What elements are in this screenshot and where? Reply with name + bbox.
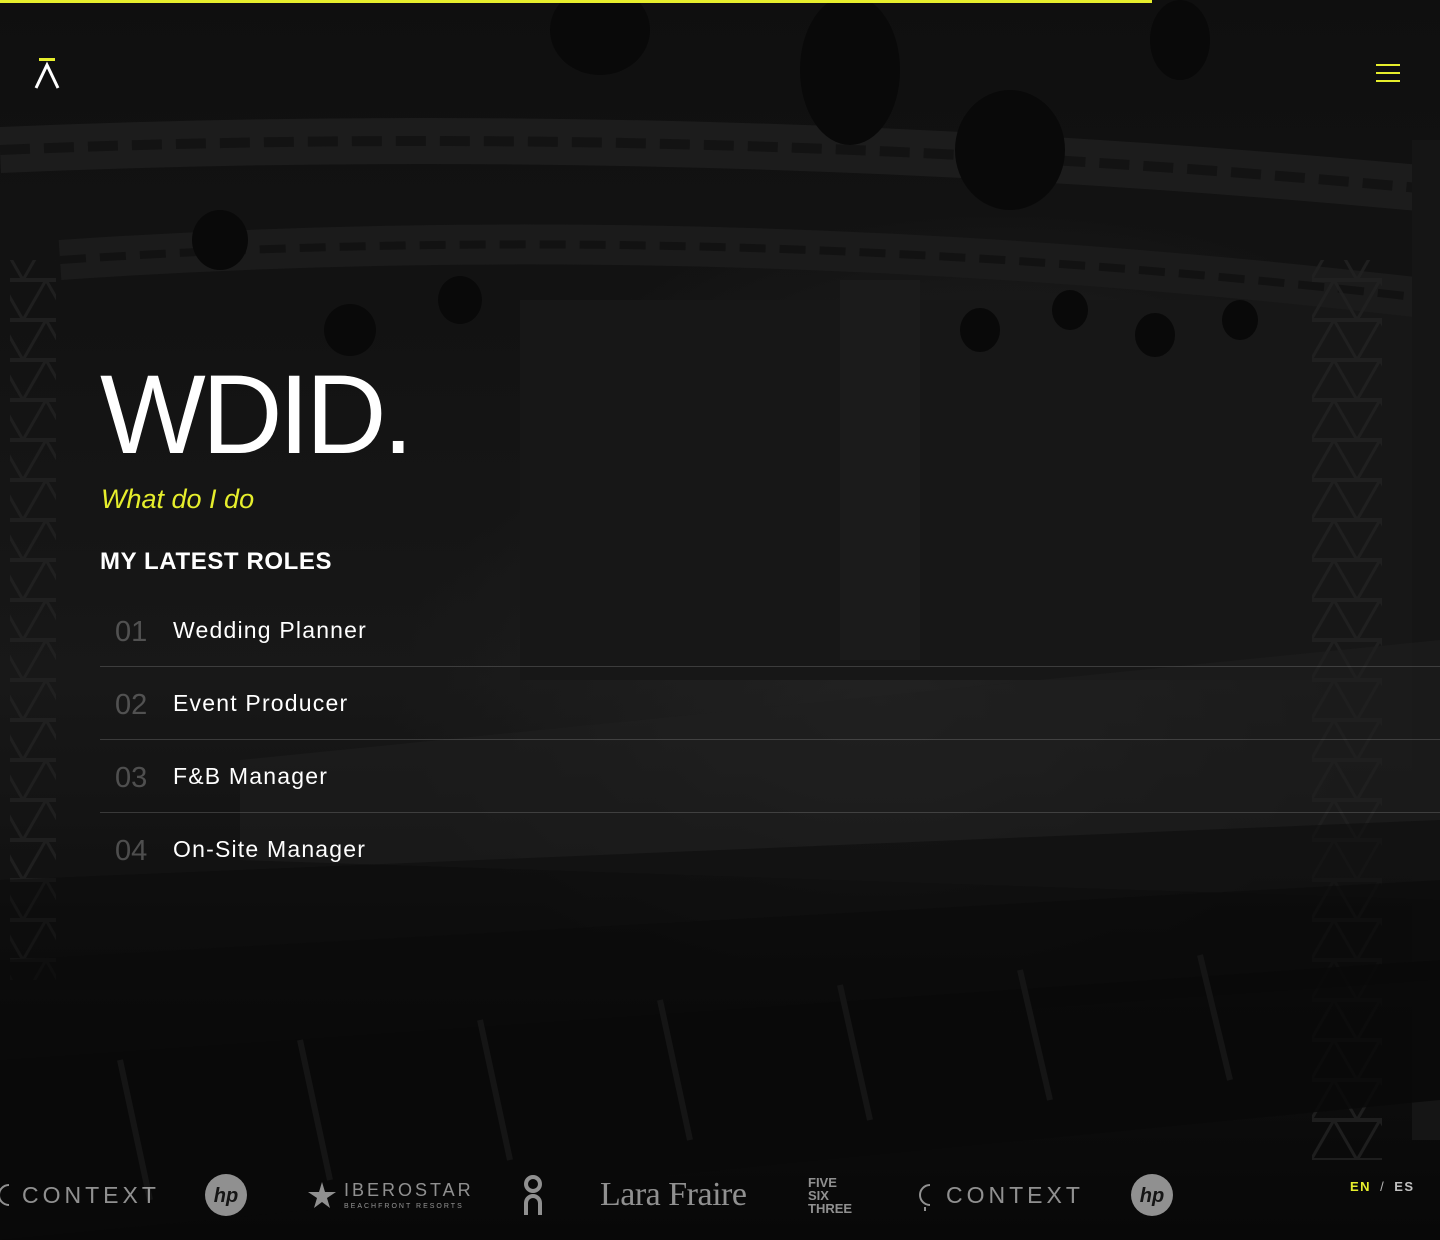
- role-number: 02: [115, 688, 148, 721]
- page: WDID. What do I do MY LATEST ROLES 01 We…: [0, 0, 1440, 1240]
- role-label: On-Site Manager: [173, 836, 367, 862]
- hp-logo-text: hp: [1140, 1185, 1164, 1207]
- role-item-wedding-planner[interactable]: 01 Wedding Planner: [100, 594, 1440, 667]
- menu-line: [1376, 80, 1400, 82]
- iberostar-name: IBEROSTAR: [344, 1180, 474, 1200]
- hamburger-menu-icon[interactable]: [1372, 60, 1404, 86]
- role-number: 03: [115, 761, 148, 794]
- language-switcher: EN / ES: [1350, 1179, 1415, 1194]
- context-logo: CONTEXT: [0, 1150, 160, 1240]
- client-logos-strip: CONTEXT hp IBEROSTAR BEACHFRONT RESORTS …: [0, 1150, 1320, 1240]
- language-en-link[interactable]: EN: [1350, 1179, 1371, 1194]
- role-item-event-producer[interactable]: 02 Event Producer: [100, 667, 1440, 740]
- on-running-logo-icon: on: [524, 1175, 542, 1215]
- context-logo-text: CONTEXT: [946, 1181, 1084, 1208]
- role-label: Event Producer: [173, 689, 349, 716]
- hp-logo-icon: hp: [205, 1174, 247, 1216]
- star-icon: [308, 1182, 336, 1208]
- on-running-text: on: [533, 1212, 535, 1214]
- hp-logo: hp: [205, 1150, 247, 1240]
- hero-subtitle: What do I do: [101, 484, 255, 514]
- iberostar-logo: IBEROSTAR BEACHFRONT RESORTS: [306, 1150, 474, 1240]
- hp-logo-text: hp: [214, 1185, 238, 1207]
- role-number: 04: [115, 835, 148, 867]
- five-six-three-logo: FIVE SIX THREE: [808, 1150, 852, 1240]
- five-six-three-line: FIVE: [808, 1174, 837, 1190]
- context-swirl-icon: [0, 1184, 10, 1206]
- language-es-link[interactable]: ES: [1394, 1179, 1414, 1194]
- hero-title: WDID.: [100, 352, 414, 477]
- iberostar-subtitle: BEACHFRONT RESORTS: [344, 1203, 464, 1210]
- on-running-logo: on: [521, 1150, 545, 1240]
- context-swirl-icon: [919, 1184, 931, 1211]
- hp-logo: hp: [1131, 1150, 1173, 1240]
- menu-line: [1376, 72, 1400, 74]
- lara-fraire-logo: Lara Fraire: [600, 1150, 747, 1240]
- scroll-progress-bar: [0, 0, 1152, 3]
- role-number: 01: [115, 615, 148, 648]
- lambda-logo-icon[interactable]: [34, 56, 60, 90]
- role-label: Wedding Planner: [173, 616, 368, 643]
- role-item-on-site-manager[interactable]: 04 On-Site Manager: [100, 813, 1440, 886]
- context-logo-text: CONTEXT: [22, 1181, 160, 1208]
- role-label: F&B Manager: [173, 762, 329, 789]
- five-six-three-line: SIX: [808, 1187, 829, 1203]
- hp-logo-icon: hp: [1131, 1174, 1173, 1216]
- lara-fraire-text: Lara Fraire: [600, 1176, 747, 1213]
- context-logo: CONTEXT: [914, 1150, 1084, 1240]
- roles-list: 01 Wedding Planner 02 Event Producer 03 …: [100, 594, 1440, 886]
- roles-heading: MY LATEST ROLES: [100, 548, 333, 575]
- role-item-fb-manager[interactable]: 03 F&B Manager: [100, 740, 1440, 813]
- five-six-three-line: THREE: [808, 1200, 853, 1216]
- language-separator: /: [1380, 1179, 1386, 1194]
- menu-line: [1376, 64, 1400, 66]
